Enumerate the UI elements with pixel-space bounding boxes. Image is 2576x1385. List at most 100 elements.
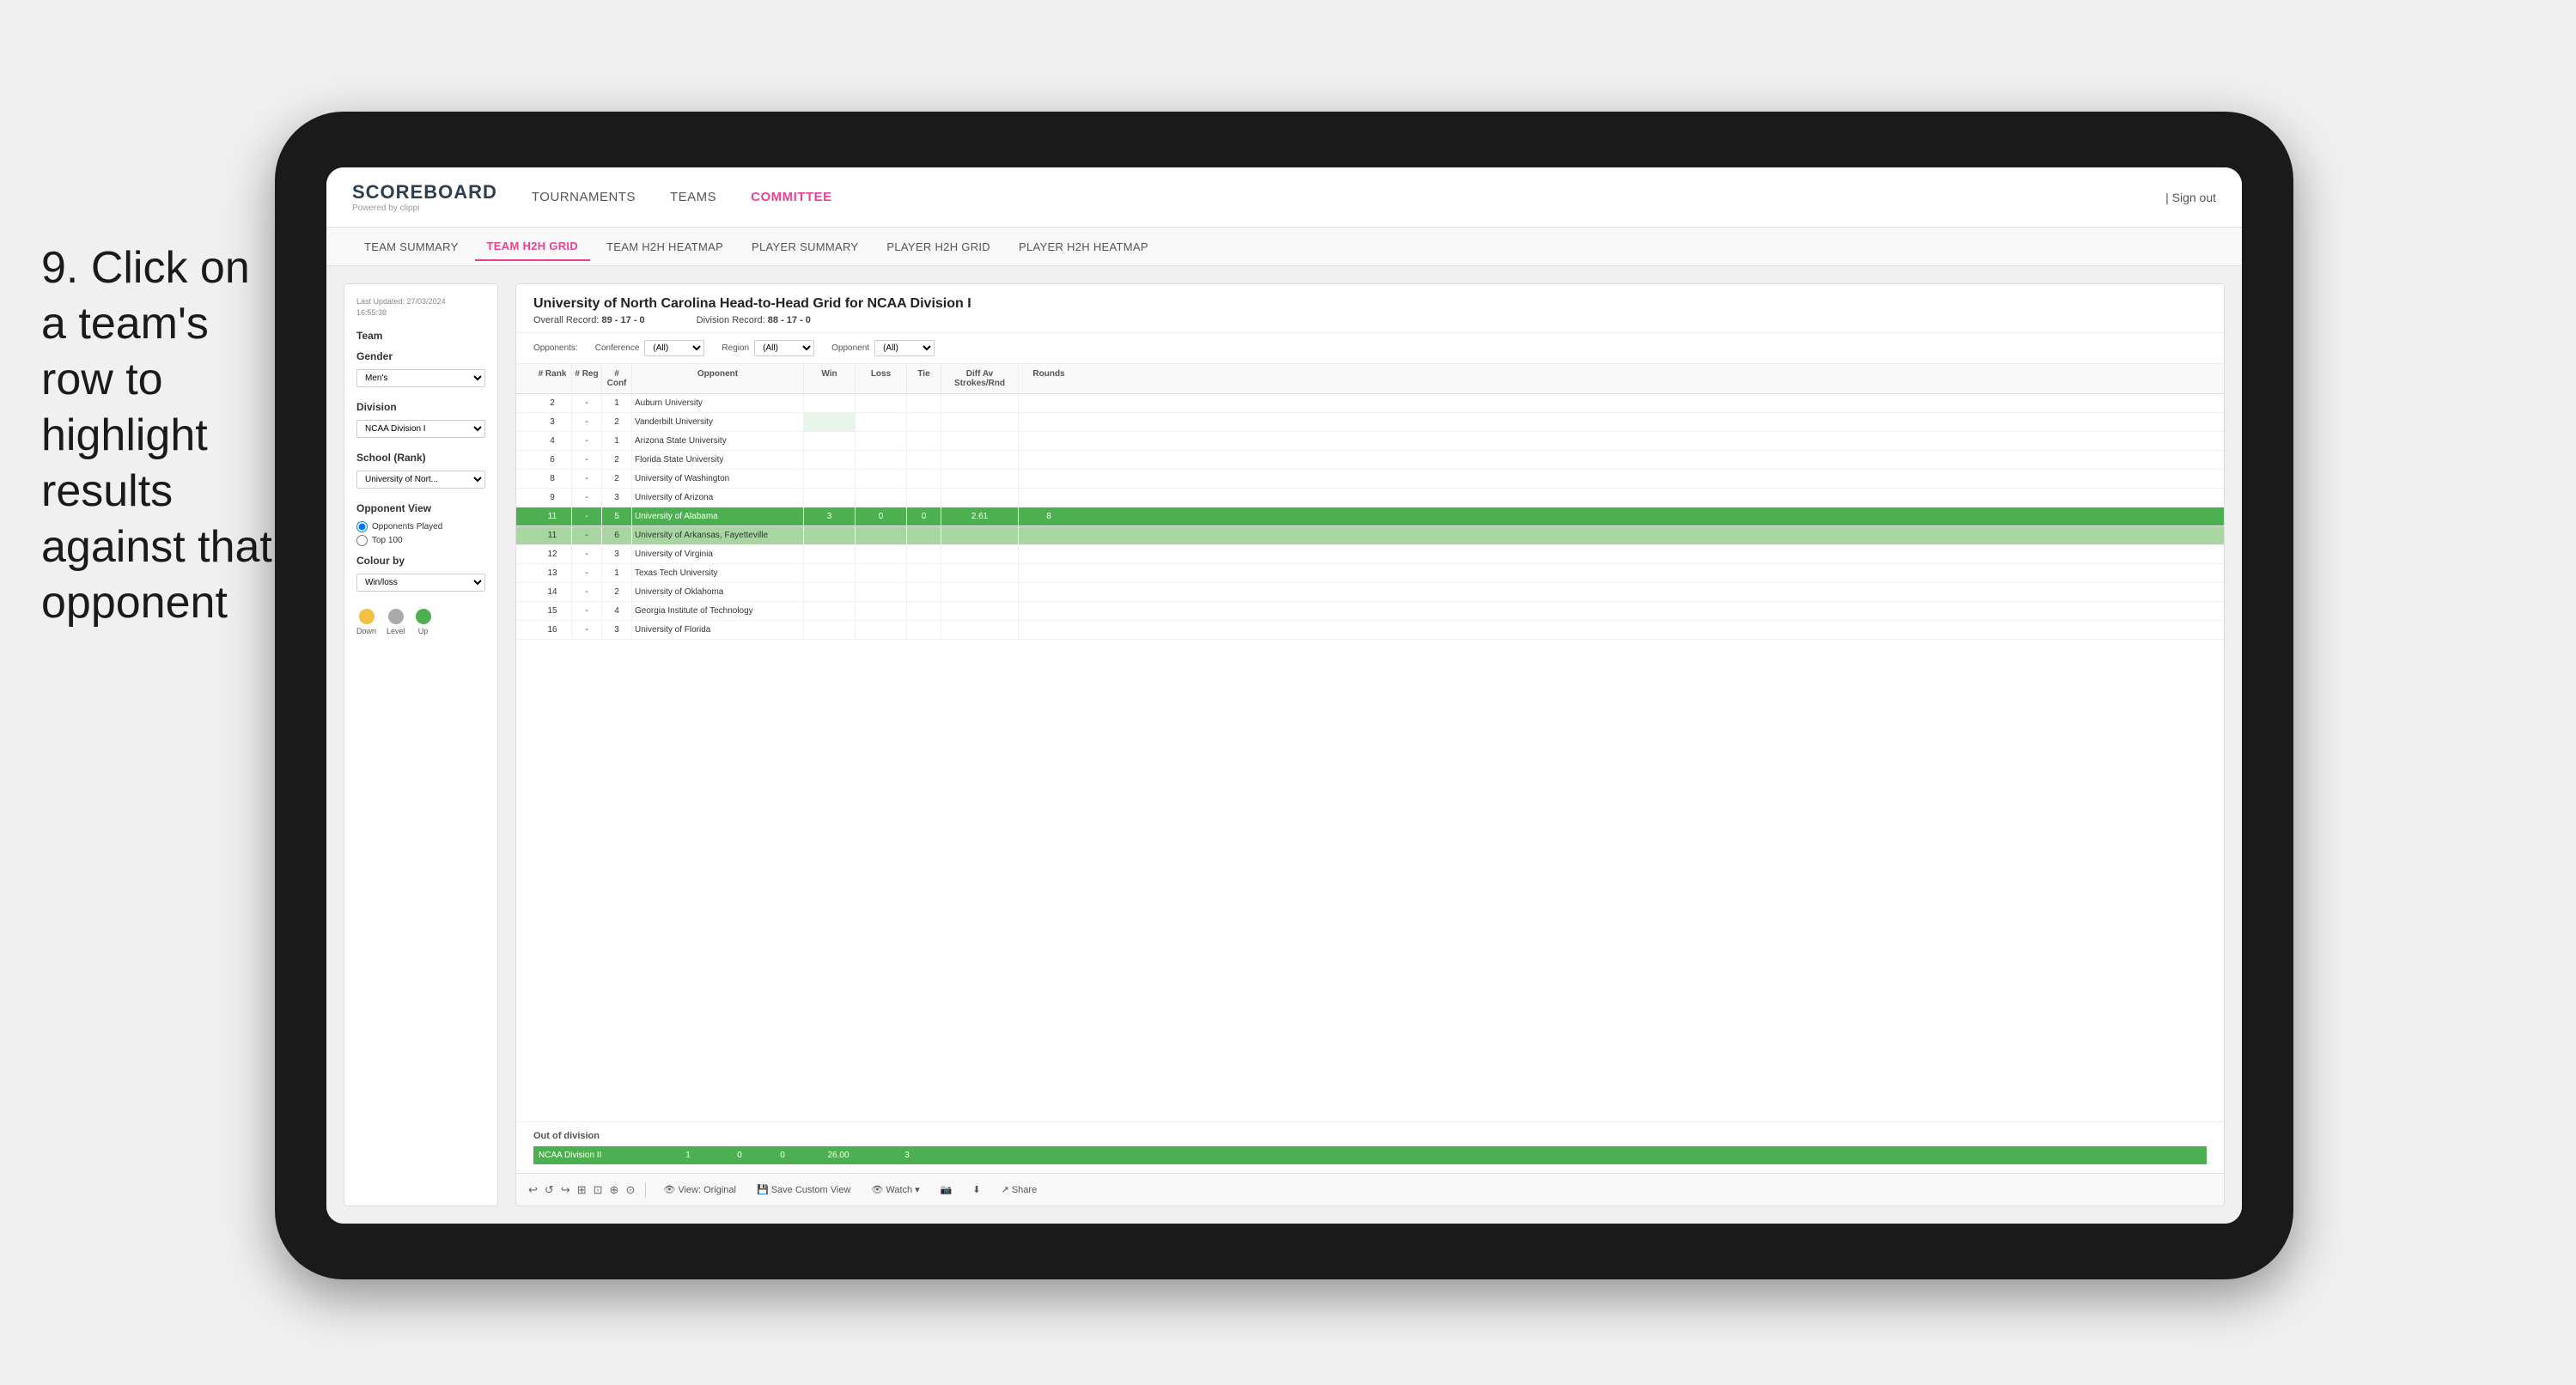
- cell-win: [804, 451, 856, 469]
- table-row[interactable]: 3 - 2 Vanderbilt University: [516, 413, 2224, 432]
- table-body: 2 - 1 Auburn University 3 - 2: [516, 394, 2224, 1121]
- redo-icon[interactable]: ↺: [545, 1183, 554, 1197]
- opponent-select[interactable]: (All): [874, 340, 935, 356]
- instruction-body: Click on a team's row to highlight resul…: [41, 243, 272, 628]
- table-row[interactable]: 13 - 1 Texas Tech University: [516, 564, 2224, 583]
- cell-rounds: [1019, 564, 1079, 582]
- legend-up: Up: [416, 609, 431, 635]
- cell-reg: -: [572, 451, 602, 469]
- table-row[interactable]: 16 - 3 University of Florida: [516, 621, 2224, 640]
- cell-conf: 2: [602, 470, 632, 488]
- cell-conf: 2: [602, 413, 632, 431]
- cell-rounds: [1019, 526, 1079, 544]
- gender-label: Gender: [356, 350, 485, 362]
- cell-rank: 12: [533, 545, 572, 563]
- cell-diff: [941, 394, 1019, 412]
- school-select[interactable]: University of Nort...: [356, 471, 485, 489]
- tab-team-h2h-grid[interactable]: TEAM H2H GRID: [475, 233, 590, 261]
- opponents-filter-label: Opponents:: [533, 343, 578, 353]
- table-row-highlighted[interactable]: 11 - 5 University of Alabama 3 0 0 2.61 …: [516, 507, 2224, 526]
- undo-icon[interactable]: ↩: [528, 1183, 538, 1197]
- save-custom-button[interactable]: 💾 Save Custom View: [750, 1182, 857, 1198]
- cell-win: [804, 413, 856, 431]
- colour-by-select[interactable]: Win/loss: [356, 574, 485, 592]
- forward-icon[interactable]: ↪: [561, 1183, 570, 1197]
- paste-icon[interactable]: ⊡: [594, 1183, 603, 1197]
- division-select[interactable]: NCAA Division I: [356, 420, 485, 438]
- table-row[interactable]: 15 - 4 Georgia Institute of Technology: [516, 602, 2224, 621]
- school-label: School (Rank): [356, 452, 485, 464]
- cell-rank: 4: [533, 432, 572, 450]
- table-row-selected[interactable]: 11 - 6 University of Arkansas, Fayettevi…: [516, 526, 2224, 545]
- refresh-icon[interactable]: ⊕: [610, 1183, 619, 1197]
- cell-opponent: University of Washington: [632, 470, 804, 488]
- screenshot-button[interactable]: 📷: [934, 1182, 959, 1198]
- cell-tie: [907, 564, 941, 582]
- cell-diff: [941, 564, 1019, 582]
- division-record: Division Record: 88 - 17 - 0: [697, 315, 811, 325]
- download-button[interactable]: ⬇: [965, 1182, 987, 1198]
- cell-rank: 2: [533, 394, 572, 412]
- cell-rounds: [1019, 602, 1079, 620]
- clock-icon[interactable]: ⊙: [625, 1183, 635, 1197]
- cell-rank: 14: [533, 583, 572, 601]
- nav-tournaments[interactable]: TOURNAMENTS: [532, 185, 636, 209]
- cell-diff: [941, 432, 1019, 450]
- cell-reg: -: [572, 545, 602, 563]
- legend-down: Down: [356, 609, 376, 635]
- col-diff: Diff Av Strokes/Rnd: [941, 364, 1019, 393]
- cell-win: [804, 394, 856, 412]
- panel-title: University of North Carolina Head-to-Hea…: [533, 296, 2207, 312]
- sign-out-link[interactable]: | Sign out: [2165, 191, 2216, 204]
- tab-player-summary[interactable]: PLAYER SUMMARY: [740, 234, 870, 260]
- out-of-division-row[interactable]: NCAA Division II 1 0 0 26.00 3: [533, 1146, 2207, 1164]
- cell-rank: 11: [533, 526, 572, 544]
- gender-select[interactable]: Men's: [356, 369, 485, 387]
- nav-committee[interactable]: COMMITTEE: [751, 185, 832, 209]
- watch-dropdown-icon: ▾: [915, 1184, 920, 1195]
- radio-opponents-played[interactable]: Opponents Played: [356, 521, 485, 532]
- watch-icon: 👁: [871, 1184, 883, 1195]
- cell-tie: [907, 583, 941, 601]
- tab-player-h2h-grid[interactable]: PLAYER H2H GRID: [874, 234, 1002, 260]
- cell-rank: 16: [533, 621, 572, 639]
- cell-conf: 1: [602, 394, 632, 412]
- cell-opponent: University of Florida: [632, 621, 804, 639]
- table-row[interactable]: 6 - 2 Florida State University: [516, 451, 2224, 470]
- cell-conf: 4: [602, 602, 632, 620]
- view-original-button[interactable]: 👁 View: Original: [656, 1182, 743, 1198]
- radio-top-100[interactable]: Top 100: [356, 535, 485, 546]
- table-row[interactable]: 4 - 1 Arizona State University: [516, 432, 2224, 451]
- panel-records: Overall Record: 89 - 17 - 0 Division Rec…: [533, 315, 2207, 325]
- overall-record: Overall Record: 89 - 17 - 0: [533, 315, 645, 325]
- cell-rank: 9: [533, 489, 572, 507]
- nav-teams[interactable]: TEAMS: [670, 185, 716, 209]
- instruction-text: 9. Click on a team's row to highlight re…: [41, 240, 282, 631]
- table-row[interactable]: 9 - 3 University of Arizona: [516, 489, 2224, 507]
- cell-rank: 13: [533, 564, 572, 582]
- cell-diff: [941, 470, 1019, 488]
- table-row[interactable]: 2 - 1 Auburn University: [516, 394, 2224, 413]
- cell-diff: [941, 413, 1019, 431]
- save-icon: 💾: [757, 1184, 769, 1195]
- watch-button[interactable]: 👁 Watch ▾: [864, 1182, 926, 1198]
- conference-select[interactable]: (All): [644, 340, 704, 356]
- cell-win: [804, 545, 856, 563]
- panel-header: University of North Carolina Head-to-Hea…: [516, 284, 2224, 333]
- tab-player-h2h-heatmap[interactable]: PLAYER H2H HEATMAP: [1007, 234, 1160, 260]
- cell-opponent: University of Virginia: [632, 545, 804, 563]
- copy-icon[interactable]: ⊞: [577, 1183, 587, 1197]
- tab-team-summary[interactable]: TEAM SUMMARY: [352, 234, 471, 260]
- region-select[interactable]: (All): [754, 340, 814, 356]
- table-row[interactable]: 14 - 2 University of Oklahoma: [516, 583, 2224, 602]
- cell-reg: -: [572, 564, 602, 582]
- cell-rank: 8: [533, 470, 572, 488]
- cell-conf: 2: [602, 583, 632, 601]
- share-button[interactable]: ↗ Share: [995, 1182, 1044, 1198]
- cell-tie: [907, 489, 941, 507]
- tab-team-h2h-heatmap[interactable]: TEAM H2H HEATMAP: [594, 234, 735, 260]
- table-row[interactable]: 12 - 3 University of Virginia: [516, 545, 2224, 564]
- table-row[interactable]: 8 - 2 University of Washington: [516, 470, 2224, 489]
- legend-up-dot: [416, 609, 431, 624]
- cell-rounds: [1019, 451, 1079, 469]
